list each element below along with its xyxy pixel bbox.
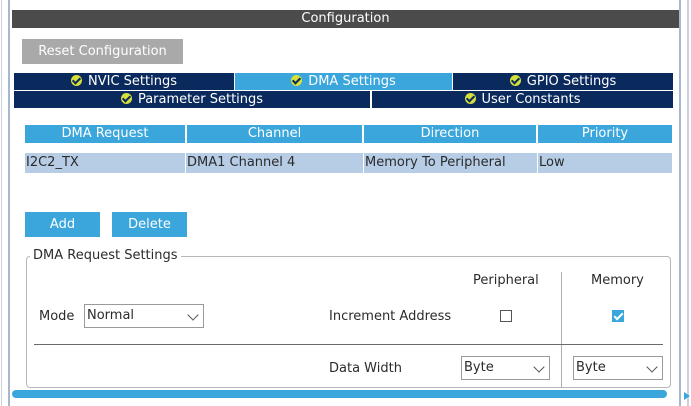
table-cell-direction[interactable]: Memory To Peripheral [364,153,537,173]
table-cell-dma-request[interactable]: I2C2_TX [25,153,185,173]
tab-label: GPIO Settings [526,74,617,89]
tab-nvic-settings[interactable]: NVIC Settings [14,73,234,90]
mode-select[interactable]: Normal [84,304,204,328]
table-cell-channel[interactable]: DMA1 Channel 4 [186,153,363,173]
tab-label: NVIC Settings [88,74,177,89]
increment-peripheral-checkbox[interactable] [500,310,512,322]
column-header-direction[interactable]: Direction [364,125,536,143]
column-header-channel[interactable]: Channel [187,125,362,143]
scroll-right-arrow-icon[interactable] [684,392,690,400]
group-title: DMA Request Settings [30,248,181,264]
table-cell-priority[interactable]: Low [538,153,672,173]
data-width-label: Data Width [329,361,402,376]
column-divider [561,272,562,388]
check-circle-icon [291,75,303,86]
chevron-down-icon [533,361,545,373]
chevron-down-icon [646,361,658,373]
column-header-priority[interactable]: Priority [538,125,672,143]
memory-column-label: Memory [591,273,644,288]
check-circle-icon [120,93,132,104]
tab-gpio-settings[interactable]: GPIO Settings [453,73,673,90]
tab-dma-settings[interactable]: DMA Settings [235,73,452,90]
horizontal-scrollbar[interactable] [12,390,667,398]
increment-address-label: Increment Address [329,309,452,324]
check-circle-icon [71,75,82,86]
tab-label: User Constants [481,92,581,107]
peripheral-column-label: Peripheral [473,273,539,288]
row-divider [34,344,663,345]
add-button[interactable]: Add [25,212,100,237]
delete-button[interactable]: Delete [112,212,187,237]
mode-label: Mode [39,309,75,324]
reset-configuration-button[interactable]: Reset Configuration [22,39,183,64]
data-width-memory-select[interactable]: Byte [573,356,663,380]
tab-label: Parameter Settings [137,92,264,107]
data-width-peripheral-value: Byte [464,360,494,375]
check-circle-icon [509,75,521,86]
frame-border-right-outer [687,0,689,406]
configuration-title: Configuration [12,10,679,28]
mode-select-value: Normal [87,308,135,323]
frame-border-left [8,0,10,406]
data-width-peripheral-select[interactable]: Byte [461,356,550,380]
chevron-down-icon [187,309,199,321]
data-width-memory-value: Byte [576,360,606,375]
column-header-dma-request[interactable]: DMA Request [25,125,185,143]
frame-border-right [679,0,681,406]
check-circle-icon [464,93,476,104]
tab-user-constants[interactable]: User Constants [372,91,673,108]
tab-parameter-settings[interactable]: Parameter Settings [14,91,370,108]
frame-border-left-outer [1,0,2,406]
tab-label: DMA Settings [308,74,396,89]
increment-memory-checkbox[interactable] [612,310,624,322]
